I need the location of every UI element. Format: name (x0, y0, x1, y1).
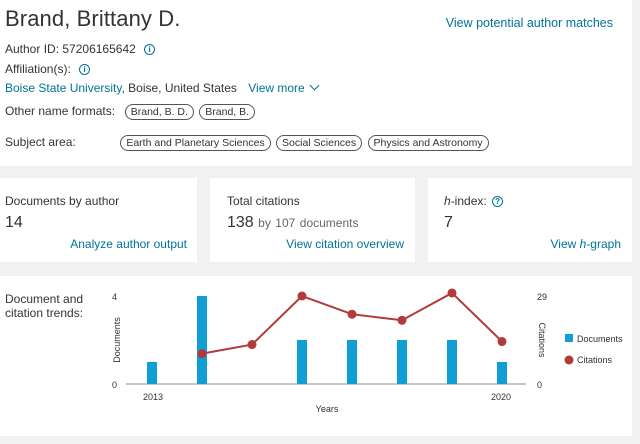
view-more-link[interactable]: View more (248, 80, 320, 95)
view-hgraph-post: -graph (586, 237, 621, 251)
citations-point (397, 315, 407, 325)
affiliation-row: Boise State University, Boise, United St… (5, 80, 320, 95)
other-names-row: Other name formats: Brand, B. D. Brand, … (5, 104, 257, 120)
citations-by: by (258, 216, 271, 230)
documents-bar (397, 340, 407, 384)
author-name: Brand, Brittany D. (5, 6, 181, 31)
citations-documents-word: documents (299, 216, 359, 230)
affiliation-link[interactable]: Boise State University (5, 81, 122, 95)
documents-value: 14 (5, 214, 23, 231)
legend-documents-swatch (565, 334, 573, 342)
view-potential-matches-link[interactable]: View potential author matches (446, 16, 613, 30)
citations-metric-card: Total citations 138 by 107 documents Vie… (210, 178, 415, 262)
x-tick-last: 2020 (491, 392, 511, 402)
y-left-tick-bottom: 0 (112, 380, 117, 390)
profile-card: Brand, Brittany D. View potential author… (0, 0, 632, 166)
documents-bar (497, 362, 507, 384)
documents-bar (197, 296, 207, 384)
name-format-chip: Brand, B. D. (124, 104, 194, 120)
y-left-axis-label: Documents (112, 317, 122, 363)
view-citation-overview-link[interactable]: View citation overview (286, 237, 404, 251)
help-icon[interactable]: ? (492, 196, 504, 208)
subject-chip[interactable]: Social Sciences (276, 135, 363, 151)
hindex-label: -index: (450, 194, 487, 208)
citations-value: 138 (227, 214, 254, 231)
y-right-tick-top: 29 (537, 292, 547, 302)
other-names-label: Other name formats: (5, 104, 116, 118)
legend-citations-label: Citations (577, 355, 613, 365)
documents-label: Documents by author (5, 194, 120, 208)
documents-bar (147, 362, 157, 384)
subject-row: Subject area: Earth and Planetary Scienc… (5, 135, 491, 151)
subject-chip[interactable]: Earth and Planetary Sciences (120, 135, 271, 151)
author-id-value: 57206165642 (62, 42, 136, 56)
view-more-label: View more (248, 81, 305, 95)
subject-label: Subject area: (5, 135, 76, 149)
citations-value-row: 138 by 107 documents (227, 214, 358, 232)
citations-point (447, 288, 457, 298)
info-icon[interactable]: i (144, 44, 156, 56)
affiliation-label-row: Affiliation(s): i (5, 62, 91, 76)
x-tick-first: 2013 (143, 392, 163, 402)
documents-bar (297, 340, 307, 384)
citations-point (297, 291, 307, 301)
documents-metric-card: Documents by author 14 Analyze author ou… (0, 178, 197, 262)
documents-bar (447, 340, 457, 384)
author-id-row: Author ID: 57206165642 i (5, 42, 156, 56)
hindex-label-row: h-index: ? (444, 194, 504, 208)
trend-chart: 4 0 29 0 Documents Citations 2013 2020 Y… (112, 288, 623, 414)
hindex-value: 7 (444, 214, 453, 231)
documents-bar (347, 340, 357, 384)
chevron-down-icon (309, 80, 320, 91)
citations-label: Total citations (227, 194, 300, 208)
view-hgraph-link[interactable]: View h-graph (550, 237, 621, 251)
name-format-chip: Brand, B. (199, 104, 256, 120)
subject-chip[interactable]: Physics and Astronomy (367, 135, 489, 151)
citing-documents-link[interactable]: 107 (275, 216, 295, 230)
author-id-label: Author ID: (5, 42, 60, 56)
view-hgraph-pre: View (550, 237, 580, 251)
legend-citations-swatch (564, 355, 574, 365)
analyze-output-link[interactable]: Analyze author output (70, 237, 187, 251)
trends-card: Document and citation trends: 4 0 29 0 D… (0, 276, 632, 436)
y-right-axis-label: Citations (537, 322, 547, 358)
affiliation-location: , Boise, United States (121, 81, 237, 95)
citations-point (247, 340, 257, 350)
info-icon[interactable]: i (79, 64, 91, 76)
citations-point (497, 337, 507, 347)
hindex-label-italic: h (444, 194, 451, 208)
y-left-tick-top: 4 (112, 292, 117, 302)
citations-point (197, 349, 207, 359)
affiliation-label: Affiliation(s): (5, 62, 71, 76)
legend-documents-label: Documents (577, 334, 623, 344)
citations-point (347, 309, 357, 319)
y-right-tick-bottom: 0 (537, 380, 542, 390)
x-axis-label: Years (316, 404, 339, 414)
hindex-metric-card: h-index: ? 7 View h-graph (428, 178, 632, 262)
